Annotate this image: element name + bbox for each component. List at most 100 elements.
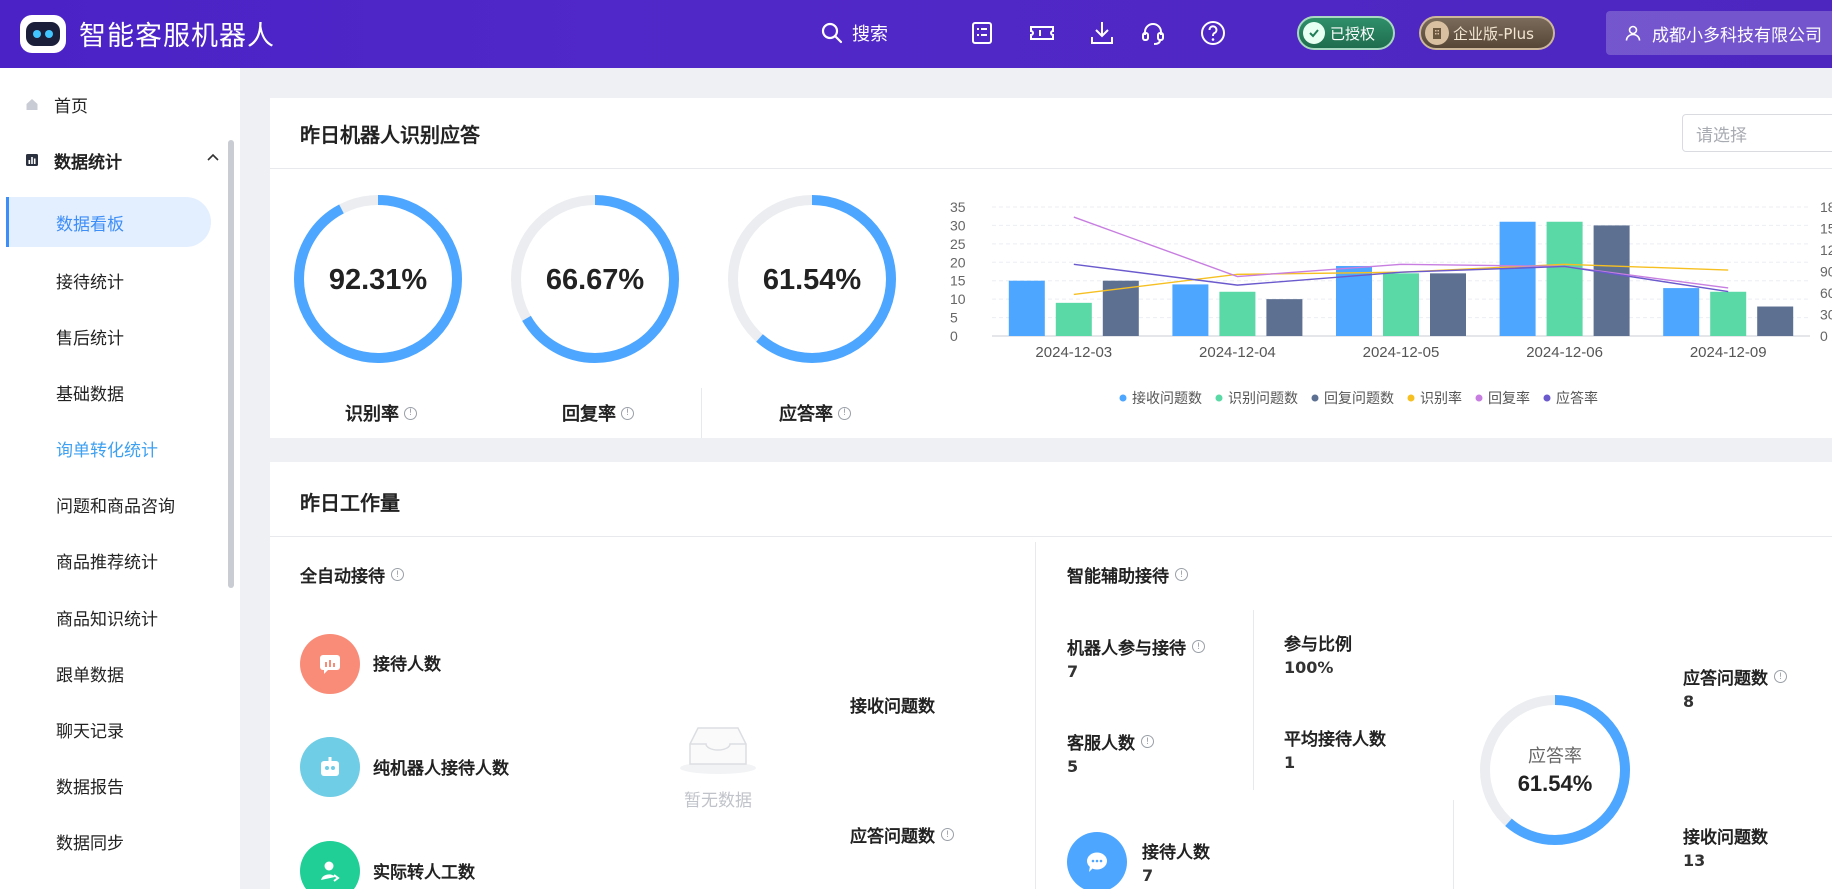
sidebar-item-product-knowledge[interactable]: 商品知识统计: [0, 595, 230, 639]
robot-participate-label: 机器人参与接待!: [1067, 634, 1205, 659]
sidebar-item-reception-stats[interactable]: 接待统计: [0, 258, 230, 302]
divider: [1253, 610, 1254, 790]
assist-answered-label: 应答问题数!: [1683, 664, 1787, 689]
right-tick-label: 120: [1820, 242, 1832, 258]
answer-rate-label: 应答率!: [779, 400, 851, 426]
search-button[interactable]: 搜索: [820, 20, 888, 46]
x-tick-label: 2024-12-04: [1199, 344, 1276, 361]
bar: [1008, 280, 1045, 336]
sidebar-item-label: 接待统计: [56, 272, 124, 293]
ticket-icon[interactable]: [1028, 19, 1056, 47]
sidebar-item-product-recommend[interactable]: 商品推荐统计: [0, 538, 230, 582]
sidebar-item-aftersales-stats[interactable]: 售后统计: [0, 314, 230, 358]
sidebar-item-question-product[interactable]: 问题和商品咨询: [0, 482, 230, 526]
avg-reception-value: 1: [1284, 753, 1296, 772]
headset-icon[interactable]: [1139, 19, 1167, 47]
search-icon: [821, 22, 843, 44]
info-icon[interactable]: !: [838, 406, 851, 420]
sidebar-item-label: 数据统计: [54, 152, 122, 173]
date-select[interactable]: 请选择: [1682, 114, 1832, 152]
left-tick-label: 10: [950, 291, 966, 307]
sidebar-item-dashboard[interactable]: 数据看板: [6, 197, 211, 247]
label-text: 智能辅助接待: [1067, 567, 1169, 587]
account-button[interactable]: 成都小多科技有限公司: [1606, 11, 1832, 55]
bar: [1266, 299, 1303, 336]
help-icon[interactable]: [1199, 19, 1227, 47]
donut-value: 61.54%: [763, 264, 862, 296]
legend-label: 识别问题数: [1228, 390, 1298, 406]
recognition-rate-label: 识别率!: [345, 400, 417, 426]
agent-count-value: 5: [1067, 757, 1079, 776]
info-icon[interactable]: !: [1774, 670, 1787, 683]
info-icon[interactable]: !: [941, 828, 954, 841]
sidebar-item-chat-records[interactable]: 聊天记录: [0, 707, 230, 751]
donut-value: 92.31%: [329, 264, 428, 296]
agent-count-label: 客服人数!: [1067, 729, 1154, 754]
select-placeholder: 请选择: [1696, 125, 1747, 146]
right-tick-label: 150: [1820, 221, 1832, 237]
assist-received-value: 13: [1683, 851, 1706, 870]
info-icon[interactable]: !: [1175, 568, 1188, 581]
label-text: 应答问题数: [1683, 669, 1768, 689]
sidebar-item-inquiry-conversion[interactable]: 询单转化统计: [0, 426, 230, 470]
left-tick-label: 0: [950, 328, 958, 344]
right-tick-label: 0: [1820, 328, 1828, 344]
chart-icon: [24, 153, 40, 167]
info-icon[interactable]: !: [1192, 640, 1205, 653]
info-icon[interactable]: !: [404, 406, 417, 420]
robot-logo-icon: [18, 11, 68, 55]
divider: [701, 388, 702, 438]
label-text: 客服人数: [1067, 734, 1135, 754]
left-tick-label: 25: [950, 236, 966, 252]
sidebar: 首页 数据统计 数据看板 接待统计 售后统计 基础数据 询单转化统计 问题和商品…: [0, 68, 240, 889]
right-tick-label: 30: [1820, 307, 1832, 323]
legend-label: 应答率: [1556, 390, 1598, 406]
download-icon[interactable]: [1088, 19, 1116, 47]
label-text: 应答率: [779, 404, 833, 425]
sidebar-item-data-sync[interactable]: 数据同步: [0, 819, 230, 863]
info-icon[interactable]: !: [1141, 735, 1154, 748]
donut-label: 应答率: [1528, 746, 1582, 766]
label-text: 应答问题数: [850, 827, 935, 847]
sidebar-item-data-report[interactable]: 数据报告: [0, 763, 230, 807]
info-icon[interactable]: !: [621, 406, 634, 420]
empty-state-text: 暂无数据: [684, 791, 752, 811]
company-name: 成都小多科技有限公司: [1652, 25, 1822, 46]
legend-label: 回复问题数: [1324, 390, 1394, 406]
sidebar-item-followup-data[interactable]: 跟单数据: [0, 651, 230, 695]
check-icon: [1303, 22, 1325, 44]
reply-rate-donut: 66.67%: [511, 195, 679, 363]
x-tick-label: 2024-12-09: [1690, 344, 1767, 361]
x-tick-label: 2024-12-03: [1035, 344, 1112, 361]
legend-marker: [1215, 394, 1223, 402]
sidebar-item-label: 数据同步: [56, 833, 124, 854]
divider: [1035, 542, 1036, 889]
sidebar-item-label: 商品知识统计: [56, 609, 158, 630]
task-list-icon[interactable]: [968, 19, 996, 47]
sidebar-item-label: 跟单数据: [56, 665, 124, 686]
donut-value: 61.54%: [1518, 771, 1593, 796]
assist-answer-rate-donut: 应答率 61.54%: [1480, 695, 1630, 845]
bar: [1430, 273, 1466, 336]
user-icon: [1625, 25, 1641, 41]
sidebar-item-data-stats[interactable]: 数据统计: [0, 138, 230, 182]
sidebar-item-basic-data[interactable]: 基础数据: [0, 370, 230, 414]
assist-received-label: 接收问题数: [1683, 828, 1768, 848]
right-tick-label: 180: [1820, 199, 1832, 215]
bar: [1499, 221, 1536, 336]
sidebar-item-label: 基础数据: [56, 384, 124, 405]
divider: [270, 536, 1832, 537]
app-title: 智能客服机器人: [79, 21, 275, 52]
sidebar-scrollbar[interactable]: [228, 140, 234, 588]
reply-rate-label: 回复率!: [562, 400, 634, 426]
empty-inbox-icon: [678, 720, 758, 780]
x-tick-label: 2024-12-05: [1363, 344, 1440, 361]
legend-label: 接收问题数: [1132, 390, 1202, 406]
combo-chart: 35 30 25 20 15 10 5 0 180 150 120 90 60 30 0 2024-12-03…: [950, 199, 1832, 406]
sidebar-item-home[interactable]: 首页: [0, 82, 230, 126]
answer-rate-donut: 61.54%: [728, 195, 896, 363]
info-icon[interactable]: !: [391, 568, 404, 581]
sidebar-item-label: 首页: [54, 96, 88, 117]
recognition-rate-donut: 92.31%: [294, 195, 462, 363]
top-header: 智能客服机器人 搜索 已授权 企业版-Plus 成都小多科技有限公司: [0, 0, 1832, 68]
